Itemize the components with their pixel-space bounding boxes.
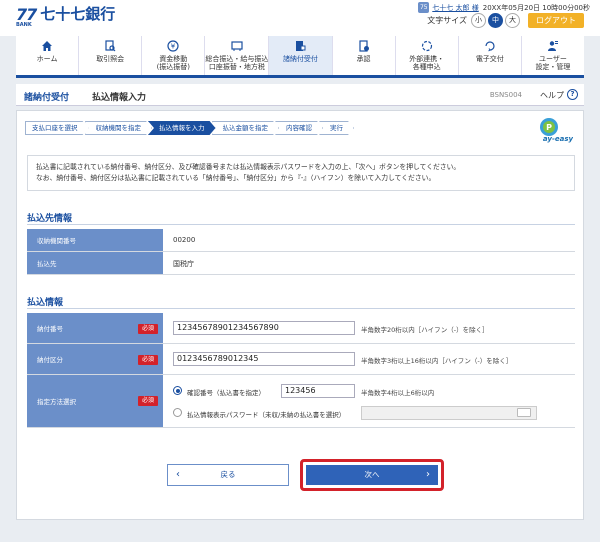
nav-payment-reception[interactable]: 諸納付受付	[269, 36, 333, 75]
nav-label: 資金移動 (振込振替)	[156, 55, 191, 71]
confirmation-number-radio[interactable]	[173, 386, 182, 395]
payeasy-logo-icon: P ay-easy	[540, 118, 573, 143]
payee-row-name: 払込先 国税庁	[27, 252, 575, 275]
confirmation-number-input[interactable]: 123456	[281, 384, 355, 398]
instruction-notice: 払込書に記載されている納付番号、納付区分、及び確認番号または払込情報表示パスワー…	[27, 155, 575, 191]
login-datetime: 20XX年05月20日 10時00分00秒	[482, 3, 590, 12]
payment-category-hint: 半角数字3桁以上16桁以内［ハイフン（-）を除く］	[361, 357, 513, 365]
main-card: 支払口座を選択 収納機関を指定 払込情報を入力 払込金額を指定 内容確認 実行 …	[16, 110, 584, 520]
refresh-icon	[485, 41, 495, 52]
divider	[27, 224, 575, 225]
next-button[interactable]: 次へ ›	[306, 465, 438, 485]
back-button-label: 戻る	[220, 470, 236, 479]
payment-number-hint: 半角数字20桁以内［ハイフン（-）を除く］	[361, 326, 489, 334]
global-nav: ホーム 取引照会 ¥ 資金移動 (振込振替) 総合振込・給与振込 口座振替・地方…	[16, 36, 584, 78]
page-title-bar: 諸納付受付 払込情報入力 BSNS004 ヘルプ ?	[16, 84, 584, 106]
field-label: 払込先	[27, 252, 163, 274]
page-title: 払込情報入力	[92, 93, 147, 103]
nav-approval[interactable]: 承認	[333, 36, 396, 75]
software-keyboard-icon[interactable]	[517, 408, 531, 417]
step-1: 支払口座を選択	[25, 121, 89, 135]
logo-mark: 77	[16, 5, 37, 24]
screen-code: BSNS004	[489, 91, 522, 99]
nav-label: 取引照会	[96, 55, 125, 63]
nav-label: 承認	[356, 55, 371, 63]
payee-section-heading: 払込先情報	[27, 214, 73, 224]
back-button[interactable]: ‹ 戻る	[167, 464, 289, 486]
bank-logo[interactable]: 77 BANK 七十七銀行	[16, 5, 116, 28]
payment-row-category: 納付区分 必須 0123456789012345 半角数字3桁以上16桁以内［ハ…	[27, 344, 575, 375]
nav-electronic-delivery[interactable]: 電子交付	[459, 36, 522, 75]
divider	[27, 308, 575, 309]
display-password-label: 払込情報表示パスワード（未収/未納の払込書を選択）	[187, 411, 346, 419]
confirmation-number-label: 確認番号（払込書を指定）	[187, 389, 265, 397]
svg-text:P: P	[546, 123, 552, 132]
required-badge: 必須	[138, 396, 158, 406]
font-size-label: 文字サイズ	[427, 16, 467, 25]
nav-external-link[interactable]: 外部連携・ 各種申込	[396, 36, 459, 75]
link-icon	[421, 40, 432, 52]
step-indicator: 支払口座を選択 収納機関を指定 払込情報を入力 払込金額を指定 内容確認 実行	[25, 121, 350, 135]
required-badge: 必須	[138, 355, 158, 365]
display-password-input[interactable]	[361, 406, 537, 420]
approve-icon	[358, 40, 369, 52]
pay-doc-icon	[296, 41, 306, 51]
nav-label: 総合振込・給与振込 口座振替・地方税	[205, 55, 269, 71]
bank-name: 七十七銀行	[40, 5, 116, 23]
help-link[interactable]: ヘルプ	[540, 90, 564, 101]
chevron-right-icon: ›	[426, 469, 430, 480]
user-name-link[interactable]: 七十七 太郎 様	[432, 3, 478, 13]
notice-line-2: なお、納付番号、納付区分は払込書に記載されている「納付番号」、「納付区分」から『…	[36, 174, 436, 182]
svg-text:¥: ¥	[171, 43, 176, 51]
nav-label: 電子交付	[475, 55, 504, 63]
nav-label: ホーム	[36, 55, 58, 63]
nav-label: 諸納付受付	[282, 55, 318, 63]
user-settings-icon	[547, 41, 558, 51]
next-button-highlight: 次へ ›	[300, 459, 444, 491]
card-icon	[231, 41, 243, 51]
step-4: 払込金額を指定	[212, 121, 280, 135]
display-password-radio[interactable]	[173, 408, 182, 417]
payment-row-number: 納付番号 必須 12345678901234567890 半角数字20桁以内［ハ…	[27, 313, 575, 344]
user-badge-icon: 75	[418, 2, 430, 13]
font-size-medium-button[interactable]: 中	[488, 13, 503, 28]
payment-section-heading: 払込情報	[27, 298, 64, 308]
font-size-small-button[interactable]: 小	[471, 13, 486, 28]
search-doc-icon	[105, 40, 116, 52]
nav-bulk-transfer[interactable]: 総合振込・給与振込 口座振替・地方税	[205, 36, 270, 75]
top-header: 77 BANK 七十七銀行 75 七十七 太郎 様 20XX年05月20日 10…	[0, 0, 600, 36]
next-button-label: 次へ	[364, 470, 380, 479]
nav-home[interactable]: ホーム	[16, 36, 80, 75]
nav-label: 外部連携・ 各種申込	[409, 55, 445, 71]
svg-text:ay-easy: ay-easy	[543, 135, 573, 143]
section-title: 諸納付受付	[24, 93, 70, 103]
notice-line-1: 払込書に記載されている納付番号、納付区分、及び確認番号または払込情報表示パスワー…	[36, 163, 461, 171]
payee-name-value: 国税庁	[173, 260, 194, 268]
confirmation-number-hint: 半角数字4桁以上6桁以内	[361, 389, 435, 397]
font-size-large-button[interactable]: 大	[505, 13, 520, 28]
nav-label: ユーザー 設定・管理	[535, 55, 571, 71]
nav-inquiry[interactable]: 取引照会	[79, 36, 143, 75]
field-label: 収納機関番号	[27, 229, 163, 251]
step-6: 実行	[319, 121, 354, 135]
step-2: 収納機関を指定	[85, 121, 153, 135]
payee-row-institution: 収納機関番号 00200	[27, 229, 575, 252]
step-3-current: 払込情報を入力	[148, 121, 216, 135]
payment-category-input[interactable]: 0123456789012345	[173, 352, 355, 366]
institution-number-value: 00200	[173, 236, 196, 244]
payment-number-input[interactable]: 12345678901234567890	[173, 321, 355, 335]
yen-transfer-icon: ¥	[167, 40, 179, 52]
logout-button[interactable]: ログアウト	[528, 13, 584, 28]
step-5: 内容確認	[275, 121, 323, 135]
home-icon	[42, 41, 53, 51]
nav-transfer[interactable]: ¥ 資金移動 (振込振替)	[142, 36, 206, 75]
font-size-switcher: 文字サイズ 小 中 大 ログアウト	[427, 13, 584, 28]
payment-row-method: 指定方法選択 必須 確認番号（払込書を指定） 123456 半角数字4桁以上6桁…	[27, 375, 575, 428]
required-badge: 必須	[138, 324, 158, 334]
logo-bank-text: BANK	[16, 22, 32, 28]
user-info: 75 七十七 太郎 様 20XX年05月20日 10時00分00秒	[418, 2, 590, 13]
chevron-left-icon: ‹	[176, 469, 180, 480]
help-icon[interactable]: ?	[567, 89, 578, 100]
nav-user-settings[interactable]: ユーザー 設定・管理	[522, 36, 584, 75]
